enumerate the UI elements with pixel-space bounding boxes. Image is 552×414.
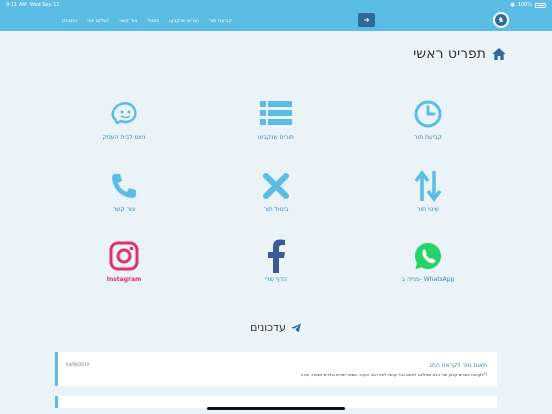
battery-icon	[535, 2, 546, 8]
status-left: 9:11 AM Wed Sep 11	[6, 2, 60, 8]
tile-change-appointment[interactable]: שינוי תור	[368, 168, 488, 228]
page-title: תפריט ראשי	[413, 46, 507, 62]
phone-icon	[109, 168, 139, 204]
status-date: Wed Sep 11	[29, 2, 60, 8]
nav-link-book[interactable]: קביעת תור	[209, 18, 232, 24]
tile-facebook[interactable]: הדף שלי	[216, 238, 336, 298]
nav-greeting: שלום יוסי!	[87, 17, 109, 24]
tile-booked-appointments[interactable]: תורים שנקבעו	[216, 96, 336, 156]
arrow-right-icon: ➜	[363, 16, 370, 24]
status-bar: 9:11 AM Wed Sep 11 ● 100%	[0, 0, 552, 10]
updates-title: עדכונים	[200, 321, 352, 334]
x-icon	[262, 168, 290, 204]
tile-label: תורים שנקבעו	[258, 134, 294, 141]
tile-label: הדף שלי	[265, 276, 287, 283]
tile-instagram[interactable]: Instagram	[64, 238, 184, 298]
tile-whatsapp[interactable]: פנייה ב- WhatsApp	[368, 238, 488, 298]
nav-link-cancel[interactable]: ביטול	[148, 18, 159, 24]
update-card[interactable]: תאום תור לקראת החג 04/09/2019 לקוחות אשר…	[55, 352, 497, 386]
brand-logo-icon[interactable]: ♞	[493, 12, 509, 28]
battery-text: 100%	[517, 2, 532, 8]
tile-label: Instagram	[106, 276, 142, 283]
instagram-icon	[109, 238, 139, 274]
tile-label: קביעת תור	[414, 134, 442, 141]
tile-label: ניווט לבית העסק	[102, 134, 146, 141]
wifi-icon: ●	[510, 2, 515, 8]
tile-label: שינוי תור	[417, 206, 439, 213]
tile-label: פנייה ב- WhatsApp	[401, 276, 455, 283]
home-indicator[interactable]	[207, 407, 345, 410]
status-right: ● 100%	[510, 2, 546, 8]
update-title: תאום תור לקראת החג	[429, 362, 487, 369]
nav-link-booked[interactable]: תורים שנקבעו	[169, 18, 199, 24]
status-time: 9:11 AM	[6, 2, 27, 8]
tile-label: צור קשר	[112, 206, 136, 213]
home-icon	[492, 48, 506, 60]
facebook-icon	[266, 238, 286, 274]
whatsapp-icon	[412, 238, 444, 274]
update-body: לקוחות אשרים קבוע תור הבא ממליצה לתאם כב…	[300, 372, 487, 377]
updates-title-text: עדכונים	[250, 321, 286, 334]
swap-arrows-icon	[413, 168, 443, 204]
page-title-text: תפריט ראשי	[413, 46, 486, 62]
navbar: קביעת תור תורים שנקבעו ביטול צור קשר שלו…	[0, 10, 552, 31]
nav-links: קביעת תור תורים שנקבעו ביטול צור קשר שלו…	[62, 10, 232, 31]
list-icon	[260, 96, 292, 132]
nav-link-logout[interactable]: התנתק	[62, 18, 77, 24]
tile-cancel-appointment[interactable]: ביטול תור	[216, 168, 336, 228]
clock-icon	[413, 96, 443, 132]
nav-toggle-button[interactable]: ➜	[358, 13, 375, 27]
nav-link-contact[interactable]: צור קשר	[119, 18, 138, 24]
update-date: 04/09/2019	[66, 362, 90, 367]
tile-book-appointment[interactable]: קביעת תור	[368, 96, 488, 156]
tile-contact[interactable]: צור קשר	[64, 168, 184, 228]
tile-label: ביטול תור	[263, 206, 289, 213]
waze-icon	[109, 96, 139, 132]
tile-navigate[interactable]: ניווט לבית העסק	[64, 96, 184, 156]
paper-plane-icon	[290, 323, 301, 332]
brand-logo-inner: ♞	[495, 14, 507, 26]
